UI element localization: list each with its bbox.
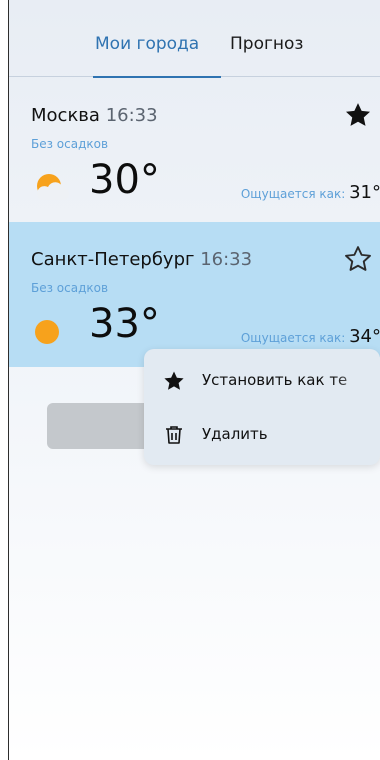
city-card-spb[interactable]: Санкт-Петербург 16:33 Без осадков 33° Ощ… [9, 222, 380, 367]
city-name: Санкт-Петербург [31, 249, 195, 270]
menu-item-label: Удалить [202, 425, 268, 443]
feels-like-label: Ощущается как: [240, 331, 346, 345]
tab-forecast[interactable]: Прогноз [230, 34, 303, 54]
feels-like: Ощущается как: 34° [241, 326, 380, 347]
feels-like-value: 31° [349, 182, 380, 203]
tab-my-cities[interactable]: Мои города [95, 34, 199, 54]
city-card-moscow[interactable]: Москва 16:33 Без осадков 30° Ощущается к… [9, 78, 380, 223]
menu-item-delete[interactable]: Удалить [144, 411, 380, 459]
partly-cloudy-icon [37, 174, 69, 200]
temperature: 30° [89, 157, 160, 203]
star-filled-icon[interactable] [343, 100, 373, 130]
star-filled-icon [164, 371, 184, 390]
feels-like-value: 34° [349, 326, 380, 347]
menu-item-label: Установить как те [202, 371, 348, 389]
city-time: 16:33 [200, 249, 253, 270]
temperature: 33° [89, 301, 160, 347]
precipitation-text: Без осадков [31, 281, 109, 295]
star-outline-icon[interactable] [343, 244, 373, 274]
tab-bar: Мои города Прогноз [9, 0, 380, 78]
precipitation-text: Без осадков [31, 137, 109, 151]
sun-icon [35, 320, 59, 344]
app-frame: Мои города Прогноз Москва 16:33 Без осад… [8, 0, 380, 760]
text-fade [332, 357, 380, 405]
context-menu: Установить как те Удалить [144, 349, 380, 465]
trash-icon [166, 426, 182, 444]
city-time: 16:33 [105, 105, 158, 126]
city-title: Санкт-Петербург 16:33 [31, 249, 252, 270]
feels-like: Ощущается как: 31° [241, 182, 380, 203]
city-name: Москва [31, 105, 100, 126]
feels-like-label: Ощущается как: [240, 187, 346, 201]
menu-item-set-current[interactable]: Установить как те [144, 357, 380, 405]
city-title: Москва 16:33 [31, 105, 158, 126]
